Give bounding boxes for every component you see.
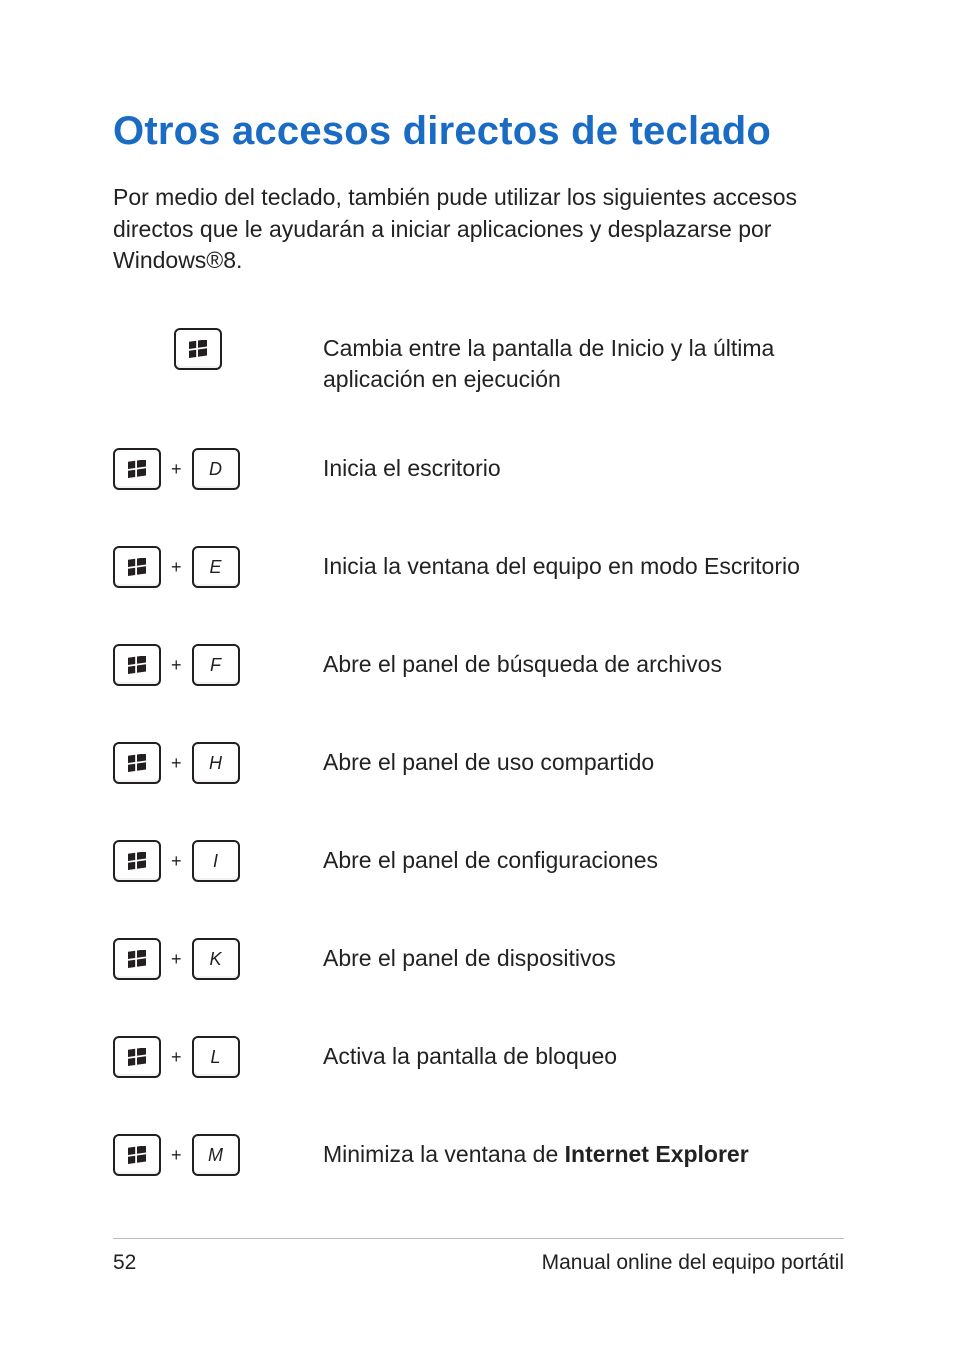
letter-key: D — [192, 448, 240, 490]
shortcut-row: Cambia entre la pantalla de Inicio y la … — [113, 325, 844, 395]
windows-logo-icon — [128, 656, 146, 674]
windows-key — [113, 448, 161, 490]
letter-key: H — [192, 742, 240, 784]
letter-key-label: I — [213, 851, 218, 872]
letter-key-label: E — [210, 557, 222, 578]
letter-key-label: F — [210, 655, 221, 676]
plus-sign: + — [161, 655, 192, 676]
plus-sign: + — [161, 557, 192, 578]
shortcut-description: Cambia entre la pantalla de Inicio y la … — [323, 325, 844, 395]
shortcut-row: + K Abre el panel de dispositivos — [113, 935, 844, 983]
shortcut-description: Abre el panel de búsqueda de archivos — [323, 641, 844, 680]
page-title: Otros accesos directos de teclado — [113, 108, 844, 154]
shortcut-description: Inicia el escritorio — [323, 445, 844, 484]
manual-title: Manual online del equipo portátil — [542, 1251, 844, 1275]
shortcut-row: + M Minimiza la ventana de Internet Expl… — [113, 1131, 844, 1179]
shortcut-description: Abre el panel de dispositivos — [323, 935, 844, 974]
plus-sign: + — [161, 949, 192, 970]
key-combo: + M — [113, 1131, 323, 1179]
windows-key — [113, 1134, 161, 1176]
windows-logo-icon — [128, 460, 146, 478]
letter-key: F — [192, 644, 240, 686]
shortcut-row: + I Abre el panel de configuraciones — [113, 837, 844, 885]
letter-key: K — [192, 938, 240, 980]
windows-logo-icon — [128, 1048, 146, 1066]
letter-key-label: M — [208, 1145, 223, 1166]
windows-key — [113, 1036, 161, 1078]
desc-pre: Abre el panel de uso compartido — [323, 749, 654, 775]
letter-key-label: L — [211, 1047, 221, 1068]
letter-key-label: H — [209, 753, 222, 774]
desc-pre: Activa la pantalla de bloqueo — [323, 1043, 617, 1069]
windows-key — [113, 938, 161, 980]
key-combo: + F — [113, 641, 323, 689]
key-combo: + E — [113, 543, 323, 591]
desc-pre: Inicia la ventana del equipo en modo Esc… — [323, 553, 800, 579]
key-combo: + D — [113, 445, 323, 493]
windows-logo-icon — [189, 340, 207, 358]
shortcut-row: + E Inicia la ventana del equipo en modo… — [113, 543, 844, 591]
windows-key — [113, 644, 161, 686]
key-combo: + H — [113, 739, 323, 787]
plus-sign: + — [161, 851, 192, 872]
shortcut-description: Abre el panel de uso compartido — [323, 739, 844, 778]
desc-pre: Inicia el escritorio — [323, 455, 501, 481]
windows-key — [113, 546, 161, 588]
windows-logo-icon — [128, 558, 146, 576]
windows-key — [113, 742, 161, 784]
desc-pre: Abre el panel de búsqueda de archivos — [323, 651, 722, 677]
letter-key-label: K — [210, 949, 222, 970]
key-combo: + I — [113, 837, 323, 885]
desc-pre: Abre el panel de dispositivos — [323, 945, 616, 971]
windows-logo-icon — [128, 852, 146, 870]
windows-key — [113, 840, 161, 882]
windows-logo-icon — [128, 1146, 146, 1164]
windows-key — [174, 328, 222, 370]
key-combo — [113, 325, 323, 373]
plus-sign: + — [161, 1047, 192, 1068]
desc-pre: Minimiza la ventana de — [323, 1141, 565, 1167]
intro-paragraph: Por medio del teclado, también pude util… — [113, 182, 844, 277]
plus-sign: + — [161, 459, 192, 480]
shortcut-row: + F Abre el panel de búsqueda de archivo… — [113, 641, 844, 689]
shortcut-description: Minimiza la ventana de Internet Explorer — [323, 1131, 844, 1170]
desc-pre: Abre el panel de configuraciones — [323, 847, 658, 873]
shortcut-row: + L Activa la pantalla de bloqueo — [113, 1033, 844, 1081]
key-combo: + L — [113, 1033, 323, 1081]
shortcut-description: Abre el panel de configuraciones — [323, 837, 844, 876]
shortcut-row: + D Inicia el escritorio — [113, 445, 844, 493]
plus-sign: + — [161, 1145, 192, 1166]
letter-key: E — [192, 546, 240, 588]
desc-bold: Internet Explorer — [565, 1141, 749, 1167]
windows-logo-icon — [128, 950, 146, 968]
page-number: 52 — [113, 1251, 136, 1275]
page: Otros accesos directos de teclado Por me… — [0, 0, 954, 1345]
letter-key: I — [192, 840, 240, 882]
plus-sign: + — [161, 753, 192, 774]
shortcut-description: Inicia la ventana del equipo en modo Esc… — [323, 543, 844, 582]
letter-key-label: D — [209, 459, 222, 480]
desc-pre: Cambia entre la pantalla de Inicio y la … — [323, 335, 774, 392]
shortcuts-list: Cambia entre la pantalla de Inicio y la … — [113, 325, 844, 1179]
windows-logo-icon — [128, 754, 146, 772]
letter-key: L — [192, 1036, 240, 1078]
key-combo: + K — [113, 935, 323, 983]
shortcut-description: Activa la pantalla de bloqueo — [323, 1033, 844, 1072]
page-footer: 52 Manual online del equipo portátil — [113, 1238, 844, 1275]
letter-key: M — [192, 1134, 240, 1176]
shortcut-row: + H Abre el panel de uso compartido — [113, 739, 844, 787]
